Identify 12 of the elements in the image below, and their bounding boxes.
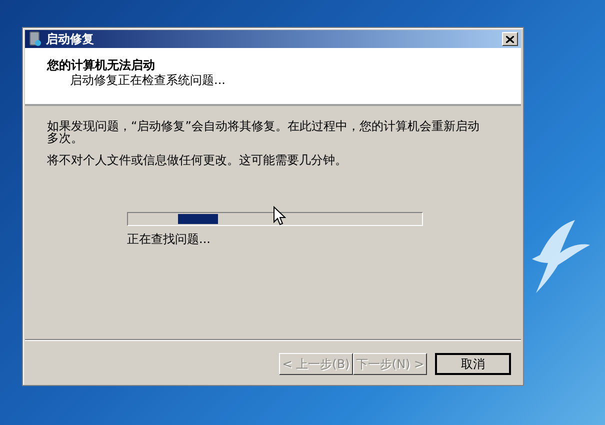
close-icon [506,36,514,42]
body-paragraph: 如果发现问题，“启动修复”会自动将其修复。在此过程中，您的计算机会重新启动多次。 [47,120,480,144]
body-paragraph: 将不对个人文件或信息做任何更改。这可能需要几分钟。 [47,154,348,166]
drive-icon [28,31,42,47]
window-title: 启动修复 [46,33,94,45]
progress-status: 正在查找问题... [127,231,212,246]
dialog-button[interactable]: 取消 [435,353,511,375]
mouse-cursor-icon [273,206,286,226]
close-button[interactable] [502,32,518,46]
header-subtitle: 启动修复正在检查系统问题... [69,73,226,88]
header-title: 您的计算机无法启动 [47,58,156,73]
progress-marquee-block [178,214,218,224]
